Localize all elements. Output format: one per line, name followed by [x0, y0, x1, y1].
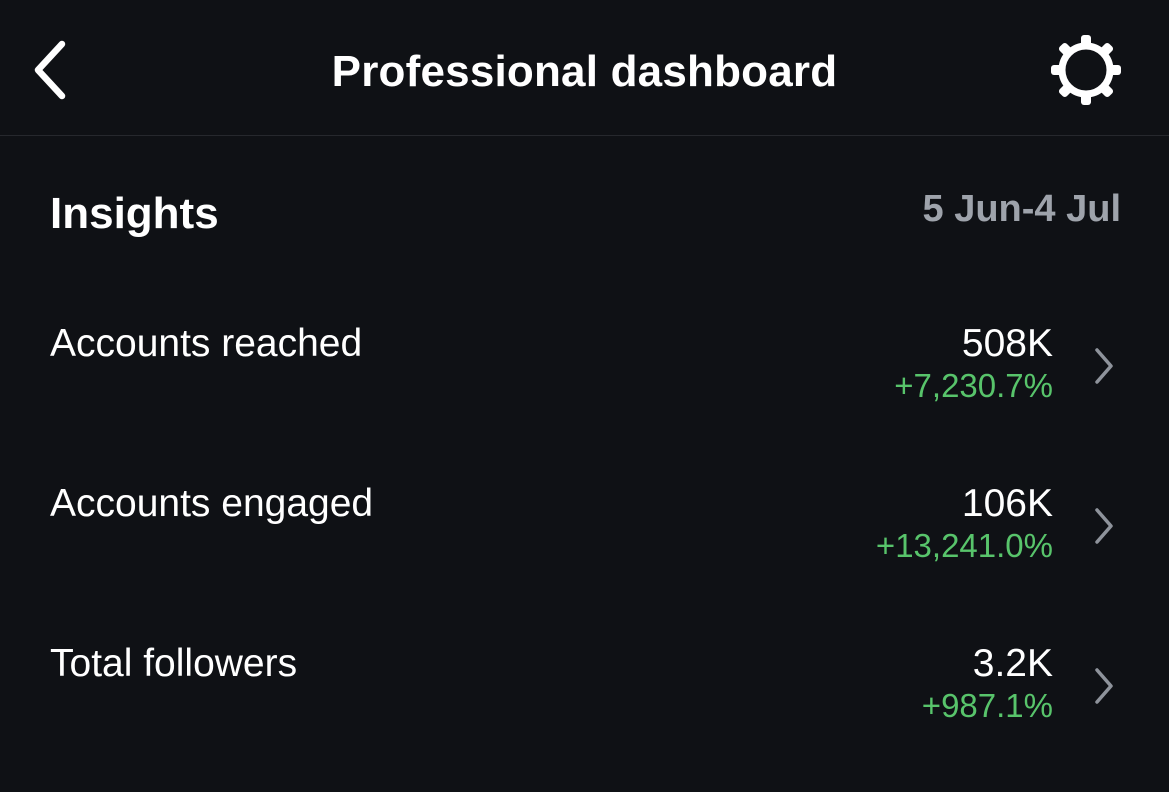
insights-title: Insights: [50, 189, 219, 238]
metric-label: Total followers: [50, 642, 298, 685]
metric-value: 3.2K: [972, 642, 1053, 685]
metric-change: +987.1%: [921, 687, 1053, 724]
chevron-right-icon: [1090, 666, 1118, 706]
metric-value: 106K: [961, 482, 1053, 525]
page-title: Professional dashboard: [331, 47, 838, 96]
gear-icon: [1051, 35, 1121, 105]
metric-row-accounts-reached[interactable]: Accounts reached 508K +7,230.7%: [0, 320, 1169, 440]
settings-button[interactable]: [1044, 30, 1128, 110]
date-range[interactable]: 5 Jun-4 Jul: [923, 184, 1122, 234]
chevron-right-icon: [1090, 506, 1118, 546]
chevron-right-icon: [1090, 346, 1118, 386]
top-bar: Professional dashboard: [0, 0, 1169, 136]
metric-label: Accounts reached: [50, 322, 363, 365]
metric-label: Accounts engaged: [50, 482, 374, 525]
metric-change: +7,230.7%: [894, 367, 1053, 404]
metric-change: +13,241.0%: [875, 527, 1053, 564]
metric-row-total-followers[interactable]: Total followers 3.2K +987.1%: [0, 640, 1169, 760]
metric-row-accounts-engaged[interactable]: Accounts engaged 106K +13,241.0%: [0, 480, 1169, 600]
metric-value: 508K: [961, 322, 1053, 365]
